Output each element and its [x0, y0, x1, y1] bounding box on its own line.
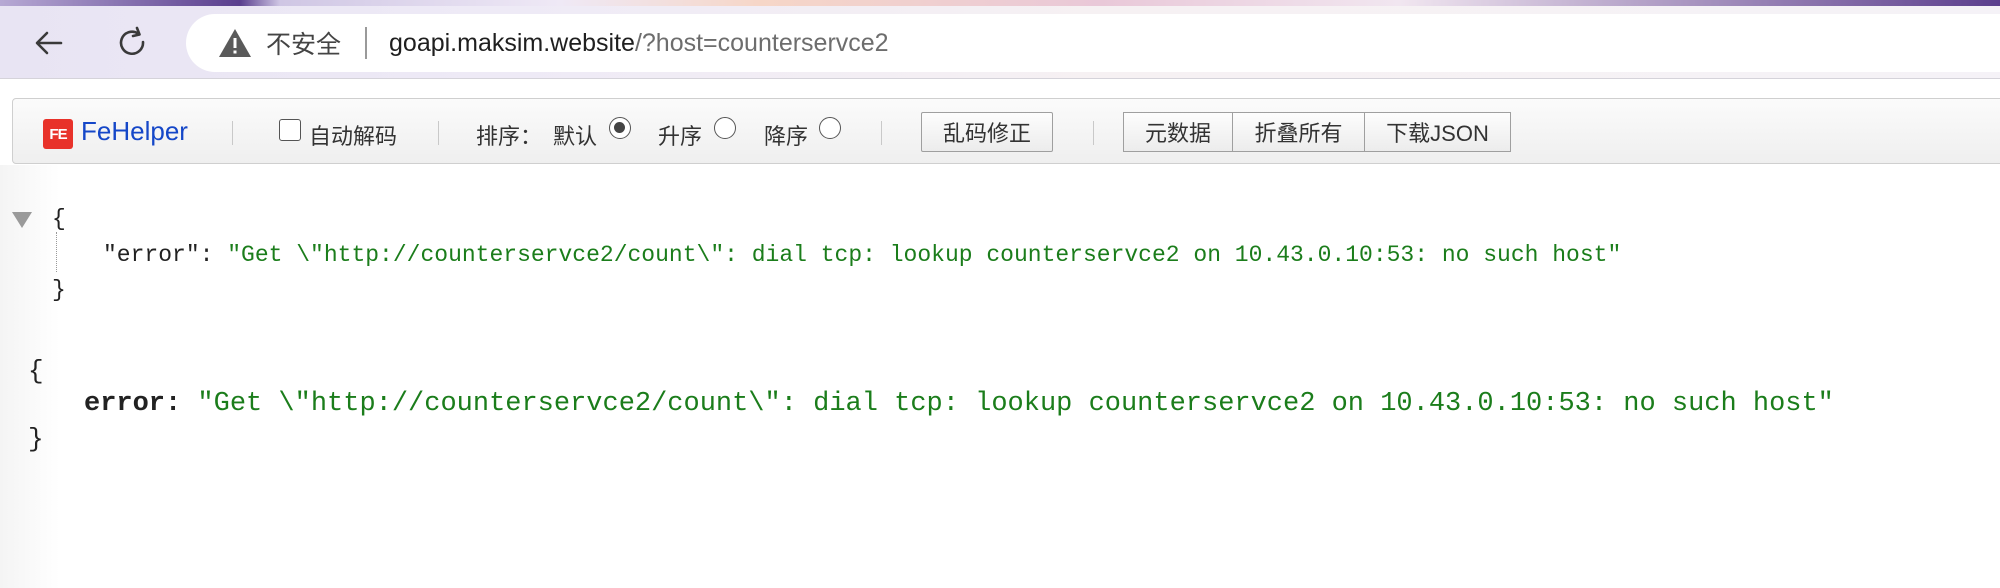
url-path[interactable]: /?host=counterservce2: [635, 29, 889, 58]
tree-colon: :: [199, 242, 228, 268]
address-divider: [365, 27, 368, 59]
sort-asc-label[interactable]: 升序: [658, 119, 702, 151]
metadata-button[interactable]: 元数据: [1123, 112, 1233, 152]
back-button[interactable]: [26, 20, 72, 66]
sort-asc-radio[interactable]: [714, 117, 736, 139]
tree-close-brace: }: [52, 277, 66, 303]
toolbar-divider: [232, 121, 233, 145]
collapse-toggle-icon[interactable]: [12, 212, 32, 228]
back-arrow-icon: [35, 31, 63, 55]
sort-default-label[interactable]: 默认: [553, 119, 597, 151]
raw-open-brace: {: [28, 356, 44, 386]
tree-open-brace: {: [52, 206, 66, 232]
tree-indent-guide: [56, 232, 57, 272]
auto-decode-label[interactable]: 自动解码: [309, 119, 397, 151]
auto-decode-checkbox[interactable]: [279, 119, 301, 141]
fix-garbled-button[interactable]: 乱码修正: [921, 112, 1053, 152]
sort-default-radio[interactable]: [609, 117, 631, 139]
reload-icon: [119, 26, 145, 56]
warning-icon[interactable]: [218, 28, 252, 58]
fehelper-toolbar: FE FeHelper 自动解码 排序： 默认 升序 降序 乱码修正 元数据 折…: [12, 98, 2000, 164]
fehelper-logo-icon[interactable]: FE: [43, 119, 73, 149]
json-actions-group: 元数据 折叠所有 下载JSON: [1123, 112, 1511, 152]
url-host[interactable]: goapi.maksim.website: [389, 29, 635, 58]
sort-desc-radio[interactable]: [819, 117, 841, 139]
sort-desc-label[interactable]: 降序: [764, 119, 808, 151]
toolbar-divider: [881, 121, 882, 145]
not-secure-label[interactable]: 不安全: [266, 25, 341, 61]
tree-error-key: "error": [103, 242, 200, 268]
reload-button[interactable]: [110, 20, 156, 66]
raw-close-brace: }: [28, 424, 44, 454]
toolbar-divider: [438, 121, 439, 145]
sort-label: 排序：: [476, 124, 543, 149]
tree-error-value: "Get \"http://counterservce2/count\": di…: [227, 242, 1622, 268]
collapse-all-button[interactable]: 折叠所有: [1232, 112, 1365, 152]
raw-error-line: error: "Get \"http://counterservce2/coun…: [84, 389, 1834, 419]
toolbar-divider: [1093, 121, 1094, 145]
raw-error-value: "Get \"http://counterservce2/count\": di…: [197, 389, 1834, 419]
tree-error-line: "error": "Get \"http://counterservce2/co…: [103, 242, 1621, 268]
fehelper-brand[interactable]: FeHelper: [81, 116, 188, 147]
browser-toolbar: 不安全 goapi.maksim.website /?host=counters…: [0, 6, 2000, 79]
download-json-button[interactable]: 下载JSON: [1364, 112, 1511, 152]
address-bar[interactable]: 不安全 goapi.maksim.website /?host=counters…: [186, 14, 2000, 72]
raw-error-key: error:: [84, 389, 182, 419]
